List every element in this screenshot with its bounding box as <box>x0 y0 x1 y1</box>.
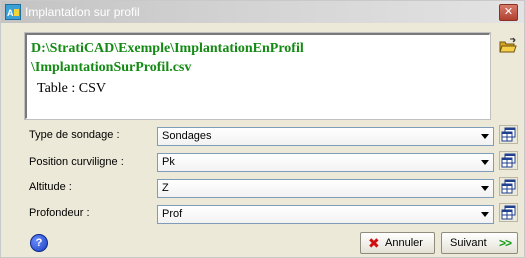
chevron-down-icon <box>481 134 489 139</box>
cancel-button[interactable]: ✖ Annuler <box>360 232 435 254</box>
open-folder-icon <box>499 37 517 53</box>
field-label-position-curviligne: Position curviligne : <box>29 156 124 168</box>
select-value: Z <box>162 182 169 194</box>
dialog-window: A Implantation sur profil ✕ D:\StratiCAD… <box>0 0 525 258</box>
chevron-down-icon <box>481 212 489 217</box>
red-x-icon: ✖ <box>368 235 380 251</box>
file-path-line-1: D:\StratiCAD\Exemple\ImplantationEnProfi… <box>31 41 304 56</box>
table-type-text: Table : CSV <box>37 81 107 96</box>
table-properties-icon <box>501 127 516 142</box>
table-button-altitude[interactable] <box>499 177 518 196</box>
field-label-profondeur: Profondeur : <box>29 207 90 219</box>
table-button-profondeur[interactable] <box>499 203 518 222</box>
select-value: Prof <box>162 208 183 220</box>
cancel-button-label: Annuler <box>385 237 423 249</box>
table-button-type-de-sondage[interactable] <box>499 125 518 144</box>
chevron-down-icon <box>481 186 489 191</box>
table-properties-icon <box>501 205 516 220</box>
table-properties-icon <box>501 179 516 194</box>
table-properties-icon <box>501 153 516 168</box>
next-button[interactable]: Suivant >> <box>441 232 518 254</box>
select-value: Sondages <box>162 130 212 142</box>
close-button[interactable]: ✕ <box>499 4 518 21</box>
profondeur-select[interactable]: Prof <box>157 205 494 224</box>
double-chevron-right-icon: >> <box>498 236 512 250</box>
chevron-down-icon <box>481 160 489 165</box>
field-label-altitude: Altitude : <box>29 181 72 193</box>
open-folder-button[interactable] <box>498 36 518 56</box>
next-button-label: Suivant <box>450 237 487 249</box>
svg-text:A: A <box>7 8 14 18</box>
altitude-select[interactable]: Z <box>157 179 494 198</box>
type-de-sondage-select[interactable]: Sondages <box>157 127 494 146</box>
title-bar[interactable]: A Implantation sur profil ✕ <box>1 1 524 23</box>
field-label-type-de-sondage: Type de sondage : <box>29 129 120 141</box>
position-curviligne-select[interactable]: Pk <box>157 153 494 172</box>
file-info-box: D:\StratiCAD\Exemple\ImplantationEnProfi… <box>24 32 491 120</box>
help-button[interactable]: ? <box>30 234 48 252</box>
window-title: Implantation sur profil <box>25 5 140 19</box>
table-button-position-curviligne[interactable] <box>499 151 518 170</box>
app-icon: A <box>5 4 21 20</box>
help-icon: ? <box>35 237 43 249</box>
select-value: Pk <box>162 156 175 168</box>
file-path-line-2: \ImplantationSurProfil.csv <box>31 60 192 75</box>
